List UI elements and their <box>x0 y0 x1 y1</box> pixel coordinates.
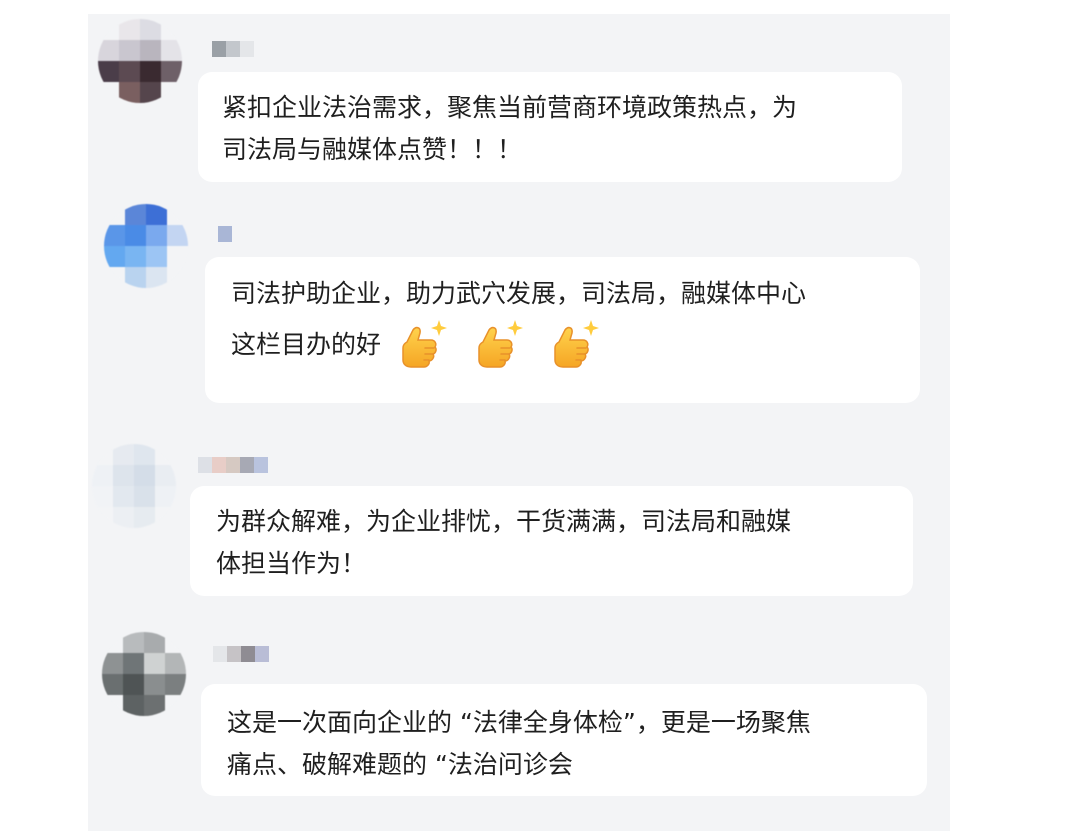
nickname-mosaic-tile <box>255 646 269 662</box>
nickname-mosaic-tile <box>240 457 254 473</box>
nickname-mosaic-tile <box>213 646 227 662</box>
nickname-mosaic-tile <box>198 457 212 473</box>
avatar-mosaic-tile <box>92 486 113 507</box>
comment-text-line: 这栏目办的好 <box>231 330 382 359</box>
avatar[interactable] <box>102 632 186 716</box>
nickname-mosaic-tile <box>212 457 226 473</box>
nickname-mosaic-tile <box>227 646 241 662</box>
avatar-mosaic-tile <box>134 444 155 465</box>
avatar-mosaic-tile <box>98 40 119 61</box>
nickname-blurred[interactable] <box>212 41 254 57</box>
avatar-mosaic-tile <box>119 19 140 40</box>
avatar-mosaic-tile <box>125 204 146 225</box>
comment-text-line: 司法局与融媒体点赞！！！ <box>222 135 523 164</box>
avatar-mosaic-tile <box>92 465 113 486</box>
nickname-mosaic-tile <box>254 457 268 473</box>
comment-bubble: 这是一次面向企业的 “法律全身体检”，更是一场聚焦 痛点、破解难题的 “法治问诊… <box>201 684 927 796</box>
avatar[interactable] <box>104 204 188 288</box>
avatar-mosaic-tile <box>98 61 119 82</box>
comment-text-line: 这是一次面向企业的 “法律全身体检”，更是一场聚焦 <box>227 708 811 737</box>
comment-text-line: 紧扣企业法治需求，聚焦当前营商环境政策热点，为 <box>222 93 798 122</box>
avatar-mosaic-tile <box>119 61 140 82</box>
avatar-mosaic-tile <box>140 61 161 82</box>
avatar-mosaic-tile <box>144 674 165 695</box>
avatar-mosaic-tile <box>102 653 123 674</box>
avatar-mosaic-tile <box>123 674 144 695</box>
avatar-mosaic-tile <box>119 40 140 61</box>
avatar-mosaic-tile <box>146 225 167 246</box>
avatar-mosaic-tile <box>144 653 165 674</box>
avatar-mosaic-tile <box>102 674 123 695</box>
nickname-mosaic-tile <box>241 646 255 662</box>
avatar-mosaic-tile <box>140 40 161 61</box>
avatar-mosaic-tile <box>104 225 125 246</box>
thumbs-up-sparkle-icon <box>391 318 448 374</box>
comment-text-line: 为群众解难，为企业排忧，干货满满，司法局和融媒 <box>216 507 792 536</box>
avatar-mosaic-tile <box>123 653 144 674</box>
avatar-mosaic-tile <box>146 204 167 225</box>
avatar-mosaic-tile <box>134 465 155 486</box>
avatar-mosaic-tile <box>104 246 125 267</box>
avatar-mosaic-tile <box>134 486 155 507</box>
thumbs-up-sparkle-icon <box>467 318 524 374</box>
comment-bubble: 紧扣企业法治需求，聚焦当前营商环境政策热点，为 司法局与融媒体点赞！！！ <box>198 72 902 182</box>
nickname-blurred[interactable] <box>198 457 268 473</box>
avatar-mosaic-tile <box>123 632 144 653</box>
nickname-mosaic-tile <box>212 41 226 57</box>
avatar-mosaic-tile <box>140 19 161 40</box>
avatar-mosaic-tile <box>125 246 146 267</box>
nickname-mosaic-tile <box>226 41 240 57</box>
comment-text-line: 痛点、破解难题的 “法治问诊会 <box>227 750 573 779</box>
comment-text-line-with-emoji: 这栏目办的好 <box>231 315 920 375</box>
nickname-mosaic-tile <box>240 41 254 57</box>
avatar[interactable] <box>92 444 176 528</box>
comment-bubble: 司法护助企业，助力武穴发展，司法局，融媒体中心 这栏目办的好 <box>205 257 920 403</box>
comment-text-line: 司法护助企业，助力武穴发展，司法局，融媒体中心 <box>231 279 807 308</box>
comment-text-line: 体担当作为！ <box>216 549 367 578</box>
avatar-mosaic-tile <box>113 444 134 465</box>
nickname-mosaic-tile <box>218 226 232 242</box>
avatar-mosaic-tile <box>125 225 146 246</box>
avatar-mosaic-tile <box>146 246 167 267</box>
avatar-mosaic-tile <box>113 486 134 507</box>
avatar[interactable] <box>98 19 182 103</box>
nickname-blurred[interactable] <box>218 226 232 242</box>
comment-bubble: 为群众解难，为企业排忧，干货满满，司法局和融媒 体担当作为！ <box>190 486 913 596</box>
nickname-mosaic-tile <box>226 457 240 473</box>
avatar-mosaic-tile <box>144 632 165 653</box>
nickname-blurred[interactable] <box>213 646 269 662</box>
thumbs-up-sparkle-icon <box>543 318 600 374</box>
avatar-mosaic-tile <box>113 465 134 486</box>
